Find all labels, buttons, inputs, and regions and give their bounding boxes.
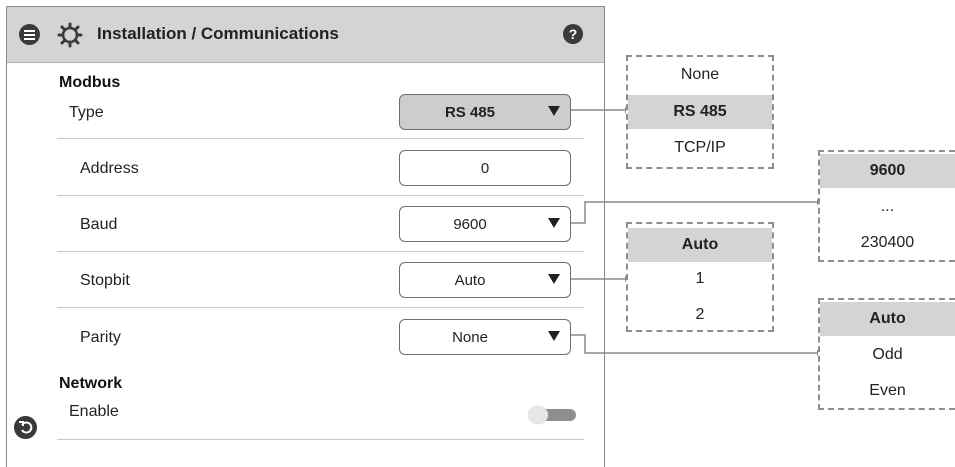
dropdown-option[interactable]: 1 — [628, 270, 772, 288]
dropdown-option-selected[interactable]: Auto — [628, 228, 772, 262]
parity-dropdown: Auto Odd Even — [818, 298, 955, 410]
dropdown-option[interactable]: TCP/IP — [628, 139, 772, 157]
dropdown-option-selected[interactable]: RS 485 — [628, 95, 772, 129]
baud-dropdown: 9600 ... 230400 — [818, 150, 955, 262]
dropdown-option-selected[interactable]: 9600 — [820, 154, 955, 188]
type-dropdown: None RS 485 TCP/IP — [626, 55, 774, 169]
dropdown-option[interactable]: 2 — [628, 306, 772, 324]
dropdown-option[interactable]: Even — [820, 382, 955, 400]
dropdown-option-selected[interactable]: Auto — [820, 302, 955, 336]
dropdown-option[interactable]: Odd — [820, 346, 955, 364]
dropdown-option[interactable]: None — [628, 66, 772, 84]
dropdown-option[interactable]: 230400 — [820, 234, 955, 252]
dropdown-option[interactable]: ... — [820, 198, 955, 216]
stopbit-dropdown: Auto 1 2 — [626, 222, 774, 332]
connector-lines — [571, 107, 823, 356]
